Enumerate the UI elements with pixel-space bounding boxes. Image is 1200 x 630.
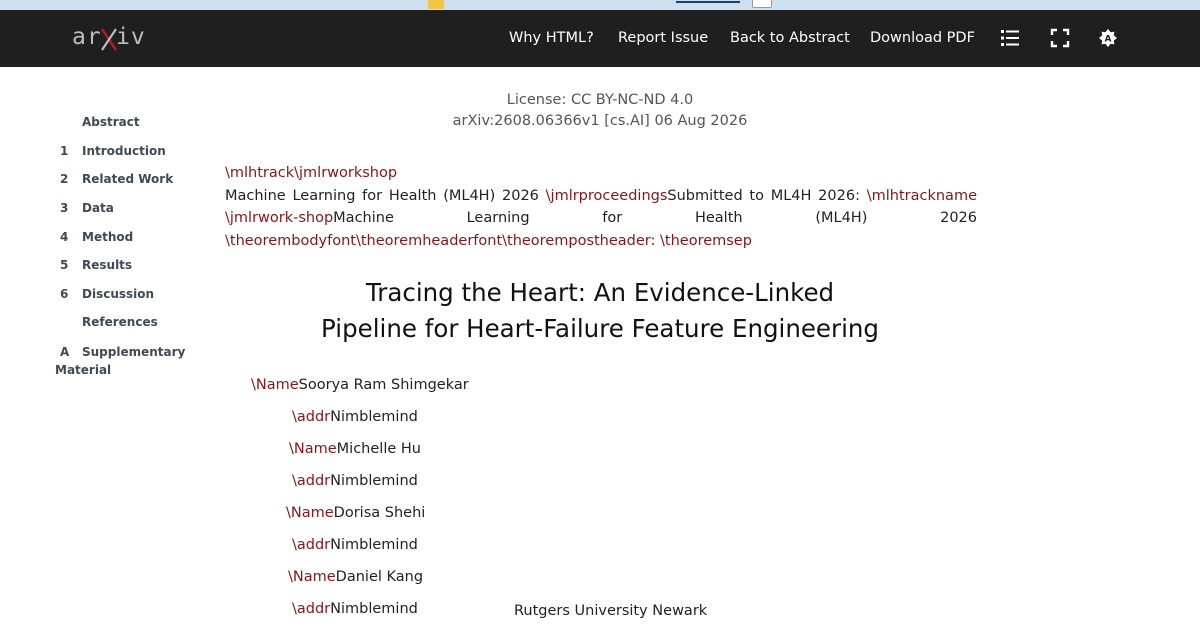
arxiv-id-line: arXiv:2608.06366v1 [cs.AI] 06 Aug 2026	[452, 113, 748, 129]
toc-item-num: A	[60, 345, 70, 359]
paper-title-line-2: Pipeline for Heart-Failure Feature Engin…	[321, 314, 879, 343]
toc-item-num: 6	[60, 287, 69, 301]
author-macro: \Name	[288, 569, 336, 585]
author-affiliation: \addrNimblemind	[292, 537, 418, 553]
author-text: Nimblemind	[330, 409, 418, 425]
author-text: Nimblemind	[330, 601, 418, 617]
banner-emoji-icon	[428, 0, 444, 9]
author-macro: \addr	[292, 537, 331, 553]
theorem-macros: \theorembodyfont\theoremheaderfont\theor…	[225, 232, 651, 249]
arxiv-logo-ar: ar	[72, 24, 102, 50]
author-name: \NameDaniel Kang	[288, 569, 423, 585]
list-icon[interactable]	[1000, 28, 1020, 48]
toc-item-data[interactable]: 3 Data	[55, 201, 114, 215]
colon-text: :	[650, 232, 661, 249]
arxiv-logo-iv: iv	[116, 24, 146, 50]
author-macro: \Name	[251, 377, 299, 393]
author-macro: \addr	[292, 601, 331, 617]
author-affiliation: \addrNimblemind	[292, 409, 418, 425]
author-macro: \addr	[292, 409, 331, 425]
toc-item-related-work[interactable]: 2 Related Work	[55, 172, 173, 186]
toc-item-introduction[interactable]: 1 Introduction	[55, 144, 166, 158]
proceedings-macro: \jmlrproceedings	[545, 187, 668, 204]
banner-link[interactable]	[676, 0, 740, 3]
download-pdf-link[interactable]: Download PDF	[870, 30, 975, 46]
toc-item-results[interactable]: 5 Results	[55, 258, 132, 272]
toc-item-num: 1	[60, 144, 69, 158]
arxiv-logo[interactable]: arXiv ar iv	[72, 24, 145, 54]
author-macro: \Name	[289, 441, 337, 457]
toc-item-label: Results	[82, 258, 133, 272]
toc-item-num: 2	[60, 172, 69, 186]
toc-item-abstract[interactable]: Abstract	[55, 115, 140, 129]
submitted-text: Submitted to ML4H 2026:	[667, 187, 867, 204]
author-macro: \addr	[292, 473, 331, 489]
report-issue-link[interactable]: Report Issue	[618, 30, 708, 46]
venue-text: Machine Learning for Health (ML4H) 2026	[225, 187, 546, 204]
theoremsep-macro: \theoremsep	[660, 232, 752, 249]
author-text: Dorisa Shehi	[333, 505, 426, 521]
toc-item-num: 4	[60, 230, 69, 244]
author-name: \NameDorisa Shehi	[286, 505, 425, 521]
theme-icon[interactable]: A	[1098, 28, 1118, 48]
author-text: Nimblemind	[330, 473, 418, 489]
top-banner-strip	[0, 0, 1200, 10]
toc-item-supplementary-material[interactable]: A Supplementary Material	[55, 343, 190, 379]
author-text: Daniel Kang	[335, 569, 424, 585]
paper-title-line-1: Tracing the Heart: An Evidence-Linked	[365, 278, 835, 307]
fullscreen-icon[interactable]	[1050, 28, 1070, 48]
svg-text:A: A	[1105, 35, 1112, 45]
affiliation-text: Rutgers University Newark	[514, 603, 708, 619]
author-text: Soorya Ram Shimgekar	[298, 377, 469, 393]
banner-close-button[interactable]	[752, 0, 772, 8]
author-text: Nimblemind	[330, 537, 418, 553]
back-to-abstract-link[interactable]: Back to Abstract	[730, 30, 850, 46]
author-text: Michelle Hu	[336, 441, 421, 457]
venue-text-2: Machine Learning for Health (ML4H) 2026	[333, 210, 977, 226]
author-name: \NameMichelle Hu	[289, 441, 421, 457]
toc-item-num: 3	[60, 201, 69, 215]
toc-item-label: Discussion	[82, 287, 155, 301]
toc-item-discussion[interactable]: 6 Discussion	[55, 287, 154, 301]
author-name: \NameSoorya Ram Shimgekar	[251, 377, 469, 393]
author-affiliation: \addrNimblemind	[292, 601, 418, 617]
toc-item-label: Introduction	[82, 144, 166, 158]
toc-item-label: Method	[82, 230, 134, 244]
toc-item-label: Related Work	[82, 172, 174, 186]
toc-item-label: References	[82, 315, 158, 329]
track-macro: \mlhtrack\jmlrworkshop	[225, 165, 398, 181]
license-line: License: CC BY-NC-ND 4.0	[506, 92, 694, 108]
site-header: arXiv ar iv Why HTML? Report Issue Back …	[0, 10, 1200, 67]
author-affiliation: \addrNimblemind	[292, 473, 418, 489]
paper-title: Tracing the Heart: An Evidence-Linked Pi…	[300, 275, 900, 347]
why-html-link[interactable]: Why HTML?	[509, 30, 594, 46]
toc-item-num: 5	[60, 258, 69, 272]
toc-item-references[interactable]: References	[55, 315, 158, 329]
author-macro: \Name	[286, 505, 334, 521]
toc-item-method[interactable]: 4 Method	[55, 230, 133, 244]
toc-item-label: Abstract	[82, 115, 140, 129]
front-matter: \mlhtrack\jmlrworkshop Machine Learning …	[225, 162, 977, 252]
toc-item-label: Data	[82, 201, 114, 215]
